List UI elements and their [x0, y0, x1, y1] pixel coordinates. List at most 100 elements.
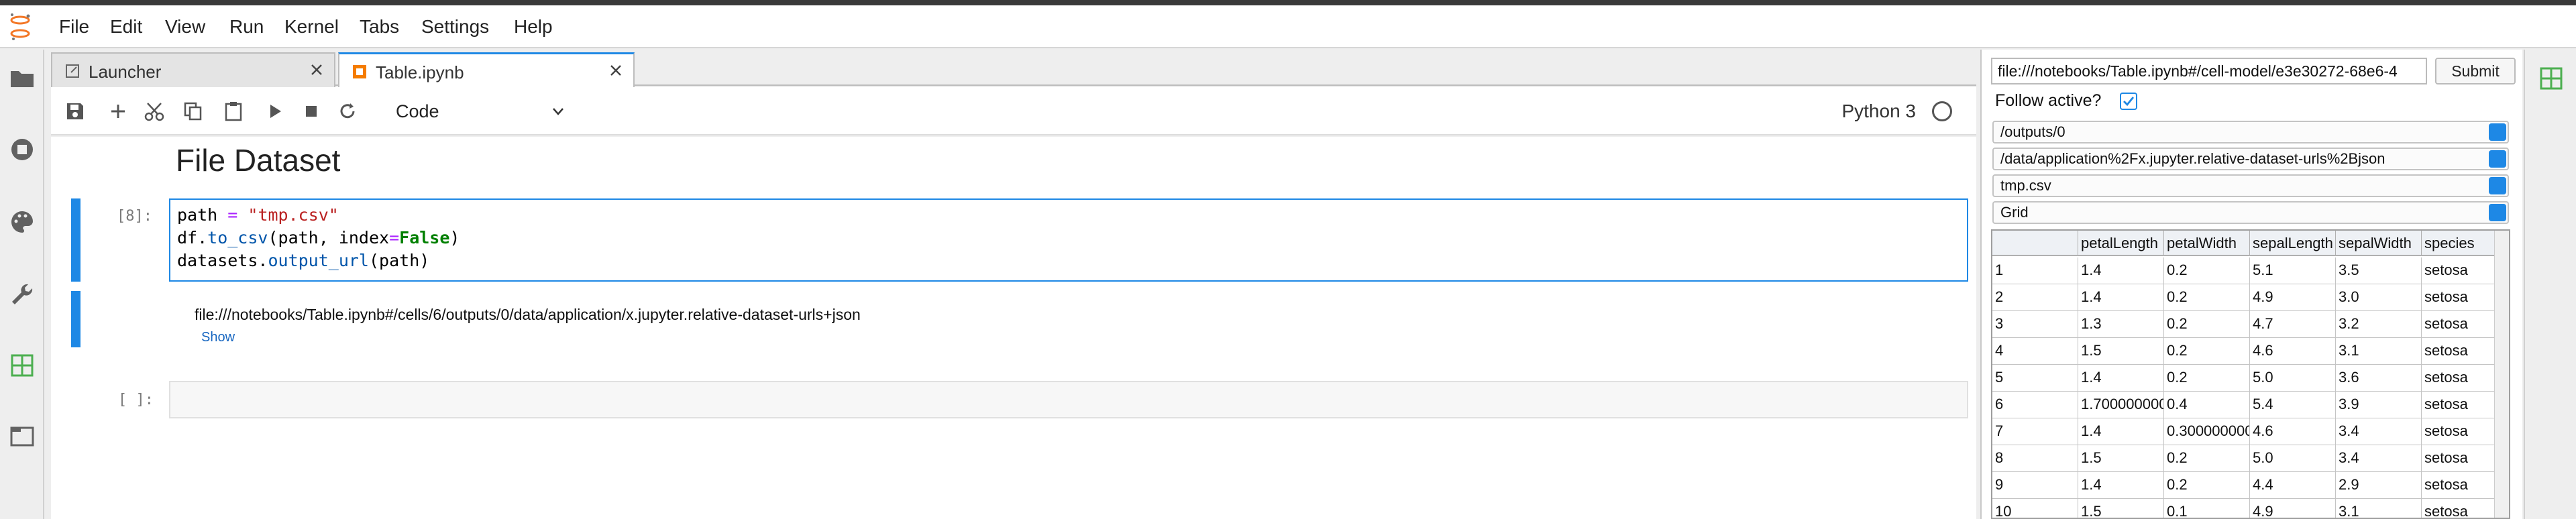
wrench-icon[interactable] — [8, 280, 36, 308]
grid-cell[interactable]: 3.4 — [2336, 445, 2422, 472]
grid-row-index[interactable]: 1 — [1992, 257, 2078, 284]
save-icon[interactable] — [63, 99, 87, 123]
grid-cell[interactable]: setosa — [2422, 472, 2502, 499]
grid-cell[interactable]: 0.2 — [2164, 445, 2250, 472]
grid-cell[interactable]: 5.1 — [2250, 257, 2336, 284]
grid-row-index[interactable]: 2 — [1992, 284, 2078, 311]
grid-row-index[interactable]: 3 — [1992, 311, 2078, 338]
grid-cell[interactable]: setosa — [2422, 418, 2502, 445]
grid-cell[interactable]: 1.3 — [2078, 311, 2164, 338]
code-cell-editor[interactable]: path = "tmp.csv" df.to_csv(path, index=F… — [169, 198, 1968, 282]
grid-cell[interactable]: 3.5 — [2336, 257, 2422, 284]
grid-cell[interactable]: 1.4 — [2078, 257, 2164, 284]
grid-cell[interactable]: 0.2 — [2164, 311, 2250, 338]
grid-cell[interactable]: 3.4 — [2336, 418, 2422, 445]
grid-cell[interactable]: 1.4 — [2078, 418, 2164, 445]
menu-kernel[interactable]: Kernel — [280, 15, 343, 39]
grid-cell[interactable]: 3.1 — [2336, 338, 2422, 365]
table-grid-icon[interactable] — [8, 351, 36, 380]
grid-row-index[interactable]: 7 — [1992, 418, 2078, 445]
folder-icon[interactable] — [8, 64, 36, 93]
grid-column-header[interactable]: petalWidth — [2164, 231, 2250, 256]
url-input[interactable]: file:///notebooks/Table.ipynb#/cell-mode… — [1991, 58, 2427, 84]
grid-cell[interactable]: 0.2 — [2164, 257, 2250, 284]
grid-cell[interactable]: setosa — [2422, 284, 2502, 311]
grid-cell[interactable]: 1.4 — [2078, 472, 2164, 499]
grid-row-index[interactable]: 4 — [1992, 338, 2078, 365]
empty-code-cell-editor[interactable] — [169, 381, 1968, 418]
grid-cell[interactable]: 0.2 — [2164, 472, 2250, 499]
grid-cell[interactable]: 0.1 — [2164, 499, 2250, 518]
grid-column-header[interactable]: petalLength — [2078, 231, 2164, 256]
grid-cell[interactable]: 1.5 — [2078, 338, 2164, 365]
menu-view[interactable]: View — [161, 15, 209, 39]
grid-cell[interactable]: setosa — [2422, 365, 2502, 392]
grid-row-index[interactable]: 6 — [1992, 392, 2078, 418]
follow-active-checkbox[interactable] — [2120, 93, 2137, 110]
cell-collapser[interactable] — [71, 198, 80, 282]
dataset-select[interactable]: tmp.csv — [1992, 174, 2509, 197]
grid-cell[interactable]: setosa — [2422, 311, 2502, 338]
grid-cell[interactable]: 4.6 — [2250, 338, 2336, 365]
grid-cell[interactable]: 3.1 — [2336, 499, 2422, 518]
output-show-link[interactable]: Show — [201, 330, 235, 345]
grid-cell[interactable]: 1.4 — [2078, 284, 2164, 311]
grid-cell[interactable]: 3.9 — [2336, 392, 2422, 418]
data-grid[interactable]: petalLength petalWidth sepalLength sepalWid… — [1991, 229, 2510, 519]
grid-cell[interactable]: 1.4 — [2078, 365, 2164, 392]
grid-cell[interactable]: 0.2 — [2164, 365, 2250, 392]
grid-cell[interactable]: 1.5 — [2078, 499, 2164, 518]
grid-scrollbar[interactable] — [2494, 231, 2509, 518]
kernel-name[interactable]: Python 3 — [1841, 101, 1916, 122]
menu-run[interactable]: Run — [225, 15, 268, 39]
output-collapser[interactable] — [71, 291, 80, 347]
grid-cell[interactable]: 0.3000000000 — [2164, 418, 2250, 445]
menu-help[interactable]: Help — [510, 15, 557, 39]
output-path-select[interactable]: /outputs/0 — [1992, 121, 2509, 143]
grid-cell[interactable]: setosa — [2422, 392, 2502, 418]
grid-cell[interactable]: setosa — [2422, 257, 2502, 284]
tab-launcher[interactable]: Launcher — [51, 52, 335, 87]
grid-cell[interactable]: 0.2 — [2164, 284, 2250, 311]
grid-cell[interactable]: 4.9 — [2250, 284, 2336, 311]
menu-settings[interactable]: Settings — [417, 15, 493, 39]
grid-row-index[interactable]: 5 — [1992, 365, 2078, 392]
cut-icon[interactable] — [142, 99, 166, 123]
tabs-icon[interactable] — [8, 422, 36, 451]
close-icon[interactable] — [608, 62, 624, 78]
restart-icon[interactable] — [335, 99, 360, 123]
grid-column-header[interactable]: species — [2422, 231, 2502, 256]
close-icon[interactable] — [309, 62, 325, 78]
palette-icon[interactable] — [8, 208, 36, 236]
grid-column-header[interactable] — [1992, 231, 2078, 256]
table-grid-icon[interactable] — [2537, 64, 2565, 93]
grid-cell[interactable]: 0.2 — [2164, 338, 2250, 365]
menu-file[interactable]: File — [55, 15, 93, 39]
grid-cell[interactable]: 4.7 — [2250, 311, 2336, 338]
grid-column-header[interactable]: sepalWidth — [2336, 231, 2422, 256]
paste-icon[interactable] — [221, 99, 246, 123]
cell-type-select[interactable]: Code — [396, 98, 570, 125]
tab-table-ipynb[interactable]: Table.ipynb — [338, 52, 635, 87]
run-icon[interactable] — [263, 99, 287, 123]
grid-column-header[interactable]: sepalLength — [2250, 231, 2336, 256]
running-sessions-icon[interactable] — [8, 135, 36, 164]
grid-cell[interactable]: setosa — [2422, 445, 2502, 472]
grid-cell[interactable]: 2.9 — [2336, 472, 2422, 499]
stop-icon[interactable] — [299, 99, 323, 123]
grid-cell[interactable]: 5.0 — [2250, 445, 2336, 472]
menu-edit[interactable]: Edit — [106, 15, 146, 39]
grid-cell[interactable]: 0.4 — [2164, 392, 2250, 418]
viewer-select[interactable]: Grid — [1992, 201, 2509, 224]
menu-tabs[interactable]: Tabs — [356, 15, 403, 39]
add-cell-icon[interactable] — [106, 99, 130, 123]
grid-cell[interactable]: 3.0 — [2336, 284, 2422, 311]
grid-cell[interactable]: 3.6 — [2336, 365, 2422, 392]
grid-row-index[interactable]: 10 — [1992, 499, 2078, 518]
grid-cell[interactable]: 1.5 — [2078, 445, 2164, 472]
grid-row-index[interactable]: 8 — [1992, 445, 2078, 472]
copy-icon[interactable] — [181, 99, 205, 123]
grid-cell[interactable]: 4.9 — [2250, 499, 2336, 518]
submit-button[interactable]: Submit — [2435, 58, 2516, 84]
mimetype-select[interactable]: /data/application%2Fx.jupyter.relative-d… — [1992, 148, 2509, 170]
